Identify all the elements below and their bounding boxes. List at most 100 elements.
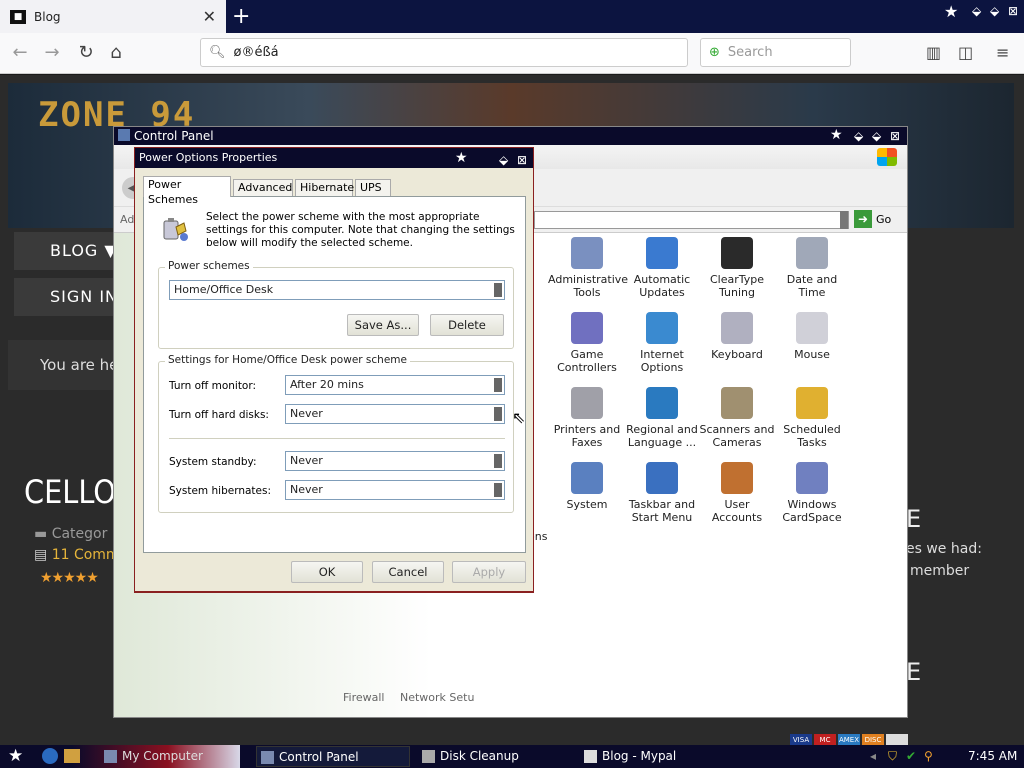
address-dropdown-icon[interactable] (840, 211, 848, 229)
save-as-button[interactable]: Save As... (347, 314, 419, 336)
control-panel-item-label: System (566, 498, 608, 511)
minimize-icon[interactable]: ⬙ (972, 4, 981, 18)
internet-explorer-icon[interactable] (42, 748, 58, 764)
control-panel-item[interactable]: Taskbar and Start Menu (623, 462, 701, 524)
control-panel-item[interactable]: Windows CardSpace (773, 462, 851, 524)
apply-button[interactable]: Apply (452, 561, 526, 583)
clock[interactable]: 7:45 AM (968, 745, 1017, 768)
close-tab-icon[interactable]: ✕ (203, 7, 216, 26)
tab-ups[interactable]: UPS (355, 179, 391, 196)
control-panel-item-icon (646, 387, 678, 419)
maximize-icon[interactable]: ⬙ (872, 127, 881, 145)
control-panel-item[interactable]: Automatic Updates (623, 237, 701, 299)
star-icon[interactable]: ★ (455, 148, 468, 168)
close-icon[interactable]: ⊠ (517, 150, 527, 170)
menu-icon[interactable]: ≡ (996, 43, 1009, 62)
address-input[interactable] (534, 211, 849, 229)
control-panel-item[interactable]: Internet Options (623, 312, 701, 374)
turn-off-hard-disks-label: Turn off hard disks: (169, 409, 269, 421)
control-panel-item-icon (571, 462, 603, 494)
search-bar[interactable]: ⊕ Search (700, 38, 851, 67)
control-panel-item[interactable]: Game Controllers (548, 312, 626, 374)
control-panel-item[interactable]: Date and Time (773, 237, 851, 299)
system-standby-value: Never (290, 454, 323, 467)
control-panel-item-icon (646, 237, 678, 269)
taskbar-item-my-computer[interactable]: My Computer (100, 746, 240, 767)
back-icon[interactable]: ← (8, 41, 32, 65)
taskbar-item-control-panel[interactable]: Control Panel (256, 746, 410, 767)
taskbar-item-disk-cleanup[interactable]: Disk Cleanup (418, 746, 572, 767)
partial-item-network: Network Setu (400, 691, 475, 704)
control-panel-item[interactable]: Mouse (773, 312, 851, 361)
power-options-titlebar[interactable]: Power Options Properties ★ ⬙ ⊠ (135, 148, 533, 168)
control-panel-item[interactable]: ClearType Tuning (698, 237, 776, 299)
control-panel-titlebar[interactable]: Control Panel ★ ⬙ ⬙ ⊠ (114, 127, 907, 145)
control-panel-item[interactable]: System (548, 462, 626, 511)
security-shield-icon[interactable]: ⛉ (888, 745, 897, 768)
chevron-down-icon (494, 454, 502, 468)
control-panel-item-label: Mouse (794, 348, 830, 361)
control-panel-item[interactable]: User Accounts (698, 462, 776, 524)
maximize-icon[interactable]: ⬙ (990, 4, 999, 18)
system-standby-select[interactable]: Never (285, 451, 505, 471)
turn-off-monitor-select[interactable]: After 20 mins (285, 375, 505, 395)
tab-hibernate[interactable]: Hibernate (295, 179, 354, 196)
post-comments[interactable]: ▤ 11 Comm (34, 547, 120, 563)
delete-button[interactable]: Delete (430, 314, 504, 336)
new-tab-icon[interactable]: + (232, 4, 250, 29)
help-icon[interactable]: ⬙ (499, 150, 508, 170)
control-panel-item-icon (796, 312, 828, 344)
system-hibernates-select[interactable]: Never (285, 480, 505, 500)
turn-off-hard-disks-select[interactable]: Never (285, 404, 505, 424)
start-star-icon[interactable]: ★ (8, 746, 23, 766)
folder-icon[interactable] (64, 749, 80, 763)
control-panel-item[interactable]: Administrative Tools (548, 237, 628, 299)
ok-button[interactable]: OK (291, 561, 363, 583)
scheme-settings-group-label: Settings for Home/Office Desk power sche… (165, 354, 410, 366)
control-panel-item[interactable]: Scheduled Tasks (773, 387, 851, 449)
minimize-icon[interactable]: ⬙ (854, 127, 863, 145)
star-icon[interactable]: ★ (944, 2, 958, 21)
control-panel-item[interactable]: Keyboard (698, 312, 776, 361)
turn-off-hard-disks-value: Never (290, 407, 323, 420)
power-scheme-description: Select the power scheme with the most ap… (206, 211, 515, 249)
close-icon[interactable]: ⊠ (890, 127, 900, 145)
tray-arrow-icon[interactable]: ◂ (870, 745, 876, 768)
browser-tab-blog[interactable]: ■ Blog ✕ (0, 0, 226, 33)
category-label: Categor (51, 526, 108, 542)
tab-advanced[interactable]: Advanced (233, 179, 293, 196)
system-standby-label: System standby: (169, 456, 257, 468)
search-tray-icon[interactable]: ⚲ (924, 745, 933, 768)
post-category: ▬ Categor (34, 526, 108, 542)
control-panel-icon (118, 129, 130, 141)
sidebar-icon[interactable]: ◫ (958, 43, 973, 62)
close-window-icon[interactable]: ⊠ (1008, 4, 1018, 18)
go-button[interactable]: ➜ Go (854, 210, 891, 228)
tab-power-schemes[interactable]: Power Schemes (143, 176, 231, 206)
taskbar-item-blog-mypal[interactable]: Blog - Mypal (580, 746, 740, 767)
reload-icon[interactable]: ↻ (74, 41, 98, 65)
right-heading-2: E (906, 658, 922, 686)
chevron-down-icon (494, 378, 502, 392)
url-bar[interactable]: 🔍︎ ø®éßá (200, 38, 688, 67)
post-title[interactable]: CELLO (24, 473, 116, 511)
control-panel-item[interactable]: Scanners and Cameras (698, 387, 776, 449)
forward-icon[interactable]: → (40, 41, 64, 65)
power-options-title: Power Options Properties (139, 151, 278, 164)
mouse-cursor-icon: ⇖ (512, 408, 526, 427)
chevron-down-icon (494, 483, 502, 497)
home-icon[interactable]: ⌂ (104, 41, 128, 65)
control-panel-item-label: Scanners and Cameras (699, 423, 775, 449)
screen: ■ Blog ✕ + ★ ⬙ ⬙ ⊠ ← → ↻ ⌂ 🔍︎ ø®éßá ⊕ Se… (0, 0, 1024, 768)
taskbar-item-label: My Computer (122, 749, 203, 763)
safely-remove-icon[interactable]: ✔ (906, 745, 916, 768)
cancel-button[interactable]: Cancel (372, 561, 444, 583)
control-panel-item[interactable]: Regional and Language ... (623, 387, 701, 449)
star-icon[interactable]: ★ (830, 126, 843, 144)
tab-title: Blog (34, 9, 61, 24)
power-scheme-select[interactable]: Home/Office Desk (169, 280, 505, 300)
control-panel-item-label: Automatic Updates (633, 273, 691, 299)
taskbar-item-label: Disk Cleanup (440, 749, 519, 763)
control-panel-item[interactable]: Printers and Faxes (548, 387, 626, 449)
library-icon[interactable]: ▥ (926, 43, 941, 62)
